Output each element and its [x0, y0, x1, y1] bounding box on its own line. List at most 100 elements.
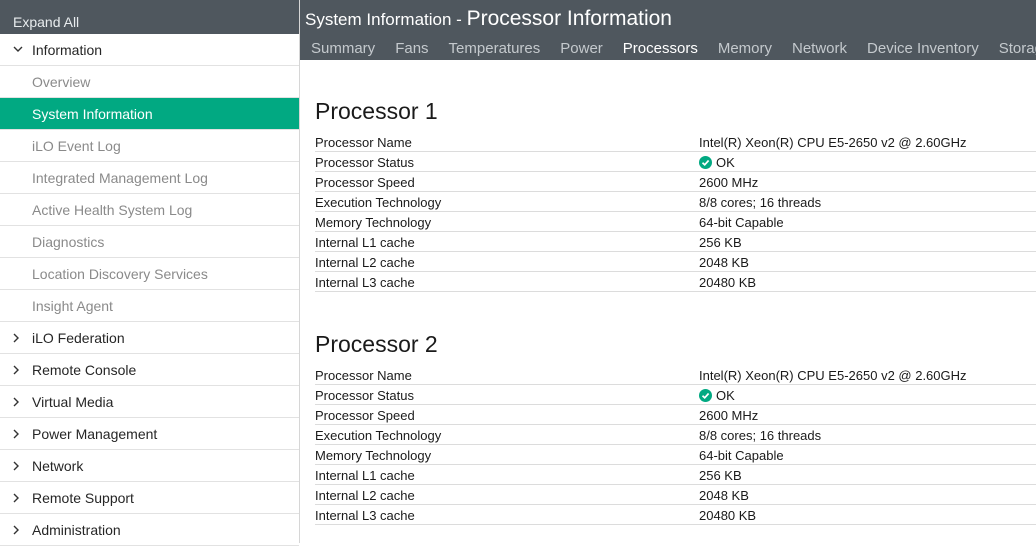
sidebar-section-label: Administration [32, 521, 121, 538]
row-label: Internal L3 cache [315, 271, 699, 292]
page-title-subsection: Processor Information [466, 7, 672, 30]
row-value: 256 KB [699, 464, 1036, 485]
processor-title: Processor 2 [315, 331, 438, 357]
chevron-right-icon [13, 493, 32, 503]
sidebar-section-virtual-media[interactable]: Virtual Media [0, 386, 299, 418]
sidebar-section-network[interactable]: Network [0, 450, 299, 482]
row-value: 2048 KB [699, 484, 1036, 505]
page-title-section: System Information [305, 10, 452, 29]
chevron-right-icon [13, 461, 32, 471]
sidebar-item-insight-agent[interactable]: Insight Agent [0, 290, 299, 322]
sidebar-section-label: Information [32, 41, 103, 58]
processor-table: Processor Name Intel(R) Xeon(R) CPU E5-26… [315, 131, 1036, 292]
chevron-right-icon [13, 429, 32, 439]
table-row: Processor Status OK [315, 151, 1036, 172]
status-text: OK [716, 154, 735, 170]
sidebar-item-location-discovery-services[interactable]: Location Discovery Services [0, 258, 299, 290]
table-row: Processor Status OK [315, 384, 1036, 405]
tab-storage[interactable]: Storage [989, 40, 1036, 57]
page-title-separator: - [451, 10, 467, 29]
sidebar-item-active-health-system-log[interactable]: Active Health System Log [0, 194, 299, 226]
sidebar-item-integrated-management-log[interactable]: Integrated Management Log [0, 162, 299, 194]
expand-all-link[interactable]: Expand All [0, 0, 299, 34]
page-title: System Information - Processor Informati… [305, 7, 672, 31]
sidebar-section-remote-console[interactable]: Remote Console [0, 354, 299, 386]
row-value: 2600 MHz [699, 171, 1036, 192]
table-row: Processor Name Intel(R) Xeon(R) CPU E5-26… [315, 364, 1036, 385]
row-label: Execution Technology [315, 424, 699, 445]
table-row: Execution Technology 8/8 cores; 16 thread… [315, 191, 1036, 212]
sidebar-item-diagnostics[interactable]: Diagnostics [0, 226, 299, 258]
sidebar-section-remote-support[interactable]: Remote Support [0, 482, 299, 514]
sidebar-section-administration[interactable]: Administration [0, 514, 299, 546]
row-label: Internal L1 cache [315, 231, 699, 252]
sidebar-section-power-management[interactable]: Power Management [0, 418, 299, 450]
row-value: 2048 KB [699, 251, 1036, 272]
sidebar-section-label: Network [32, 457, 84, 474]
row-label: Internal L3 cache [315, 504, 699, 525]
row-label: Processor Name [315, 364, 699, 385]
row-label: Processor Status [315, 384, 699, 405]
tab-device-inventory[interactable]: Device Inventory [857, 40, 989, 57]
row-value: 64-bit Capable [699, 444, 1036, 465]
row-label: Execution Technology [315, 191, 699, 212]
table-row: Internal L3 cache 20480 KB [315, 271, 1036, 292]
row-value: 8/8 cores; 16 threads [699, 191, 1036, 212]
table-row: Memory Technology 64-bit Capable [315, 444, 1036, 465]
row-label: Memory Technology [315, 444, 699, 465]
row-value: Intel(R) Xeon(R) CPU E5-2650 v2 @ 2.60GH… [699, 364, 1036, 385]
row-label: Processor Speed [315, 404, 699, 425]
table-row: Processor Name Intel(R) Xeon(R) CPU E5-26… [315, 131, 1036, 152]
table-row: Internal L1 cache 256 KB [315, 231, 1036, 252]
processor-title: Processor 1 [315, 98, 438, 124]
row-value-status: OK [699, 151, 1036, 172]
table-row: Internal L2 cache 2048 KB [315, 251, 1036, 272]
sidebar-section-label: iLO Federation [32, 329, 125, 346]
row-label: Internal L2 cache [315, 484, 699, 505]
sidebar-section-label: Power Management [32, 425, 158, 442]
sidebar-section-label: Remote Console [32, 361, 137, 378]
table-row: Memory Technology 64-bit Capable [315, 211, 1036, 232]
tab-memory[interactable]: Memory [708, 40, 782, 57]
row-label: Processor Status [315, 151, 699, 172]
row-value: 256 KB [699, 231, 1036, 252]
ok-check-icon [699, 388, 712, 402]
table-row: Internal L2 cache 2048 KB [315, 484, 1036, 505]
row-value: 20480 KB [699, 504, 1036, 525]
chevron-right-icon [13, 333, 32, 343]
row-value-status: OK [699, 384, 1036, 405]
main-panel: System Information - Processor Informati… [300, 0, 1036, 543]
row-label: Processor Name [315, 131, 699, 152]
sidebar-item-system-information[interactable]: System Information [0, 98, 299, 130]
processor-section: Processor 1 Processor Name Intel(R) Xeon(… [315, 98, 1036, 292]
tab-power[interactable]: Power [550, 40, 613, 57]
chevron-down-icon [13, 46, 32, 53]
row-value: 20480 KB [699, 271, 1036, 292]
ok-check-icon [699, 155, 712, 169]
tab-processors[interactable]: Processors [613, 40, 708, 57]
row-value: 64-bit Capable [699, 211, 1036, 232]
table-row: Execution Technology 8/8 cores; 16 thread… [315, 424, 1036, 445]
table-row: Processor Speed 2600 MHz [315, 404, 1036, 425]
tab-bar: Summary Fans Temperatures Power Processo… [300, 36, 1036, 60]
sidebar-section-label: Virtual Media [32, 393, 114, 410]
tab-fans[interactable]: Fans [385, 40, 438, 57]
table-row: Internal L3 cache 20480 KB [315, 504, 1036, 525]
chevron-right-icon [13, 525, 32, 535]
sidebar-item-ilo-event-log[interactable]: iLO Event Log [0, 130, 299, 162]
sidebar-item-overview[interactable]: Overview [0, 66, 299, 98]
tab-summary[interactable]: Summary [300, 40, 385, 57]
row-value: 2600 MHz [699, 404, 1036, 425]
page-header: System Information - Processor Informati… [300, 0, 1036, 60]
sidebar-section-information[interactable]: Information [0, 34, 299, 66]
sidebar: Expand All Information Overview System I… [0, 0, 300, 546]
processor-section: Processor 2 Processor Name Intel(R) Xeon(… [315, 331, 1036, 525]
status-text: OK [716, 387, 735, 403]
row-label: Processor Speed [315, 171, 699, 192]
tab-temperatures[interactable]: Temperatures [439, 40, 551, 57]
tab-network[interactable]: Network [782, 40, 857, 57]
sidebar-section-ilo-federation[interactable]: iLO Federation [0, 322, 299, 354]
chevron-right-icon [13, 365, 32, 375]
row-value: 8/8 cores; 16 threads [699, 424, 1036, 445]
row-label: Internal L2 cache [315, 251, 699, 272]
